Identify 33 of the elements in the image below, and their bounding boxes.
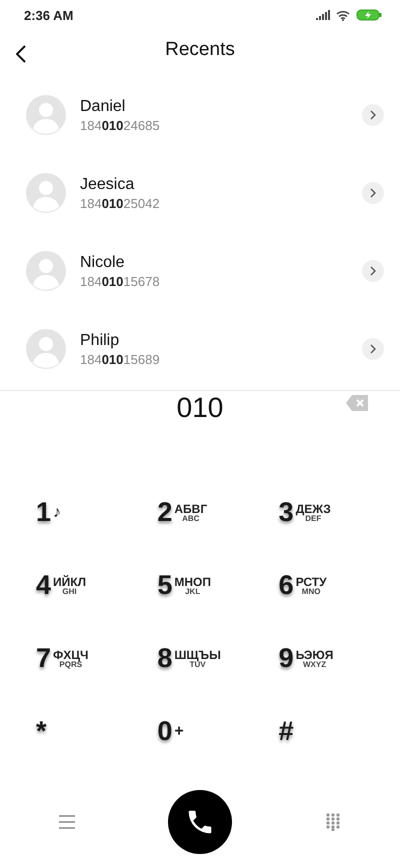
contact-name: Jeesica bbox=[80, 176, 136, 194]
dial-key[interactable]: 0+ bbox=[157, 712, 184, 752]
details-button[interactable] bbox=[362, 104, 384, 126]
contact-name: Philip bbox=[80, 332, 120, 350]
signal-icon bbox=[316, 10, 330, 20]
contact-name: Daniel bbox=[80, 98, 126, 116]
chevron-right-icon[interactable] bbox=[370, 344, 376, 354]
avatar-icon bbox=[26, 173, 66, 214]
keypad-icon[interactable] bbox=[326, 813, 340, 832]
contact-number: 18401015689 bbox=[80, 352, 161, 367]
status-time: 2:36 AM bbox=[24, 8, 74, 23]
back-icon[interactable] bbox=[16, 45, 26, 64]
dial-key[interactable]: * bbox=[36, 712, 47, 752]
page-title: Recents bbox=[165, 39, 235, 62]
dial-key[interactable]: # bbox=[278, 712, 294, 752]
contact-number: 18401024685 bbox=[80, 118, 161, 133]
wifi-icon bbox=[336, 10, 350, 21]
chevron-right-icon[interactable] bbox=[370, 110, 376, 120]
battery-icon bbox=[356, 9, 382, 22]
chevron-right-icon[interactable] bbox=[370, 266, 376, 276]
avatar-icon bbox=[26, 251, 66, 292]
chevron-right-icon[interactable] bbox=[370, 188, 376, 198]
avatar-icon bbox=[26, 95, 66, 136]
details-button[interactable] bbox=[362, 182, 384, 204]
contact-name: Nicole bbox=[80, 254, 126, 272]
dialed-number: 010 bbox=[176, 392, 224, 424]
contact-number: 18401025042 bbox=[80, 196, 161, 211]
menu-icon[interactable] bbox=[58, 815, 75, 830]
details-button[interactable] bbox=[362, 260, 384, 282]
contact-number: 18401015678 bbox=[80, 274, 161, 289]
avatar-icon bbox=[26, 329, 66, 370]
dial-key[interactable]: 1♪ bbox=[36, 492, 62, 533]
details-button[interactable] bbox=[362, 338, 384, 360]
